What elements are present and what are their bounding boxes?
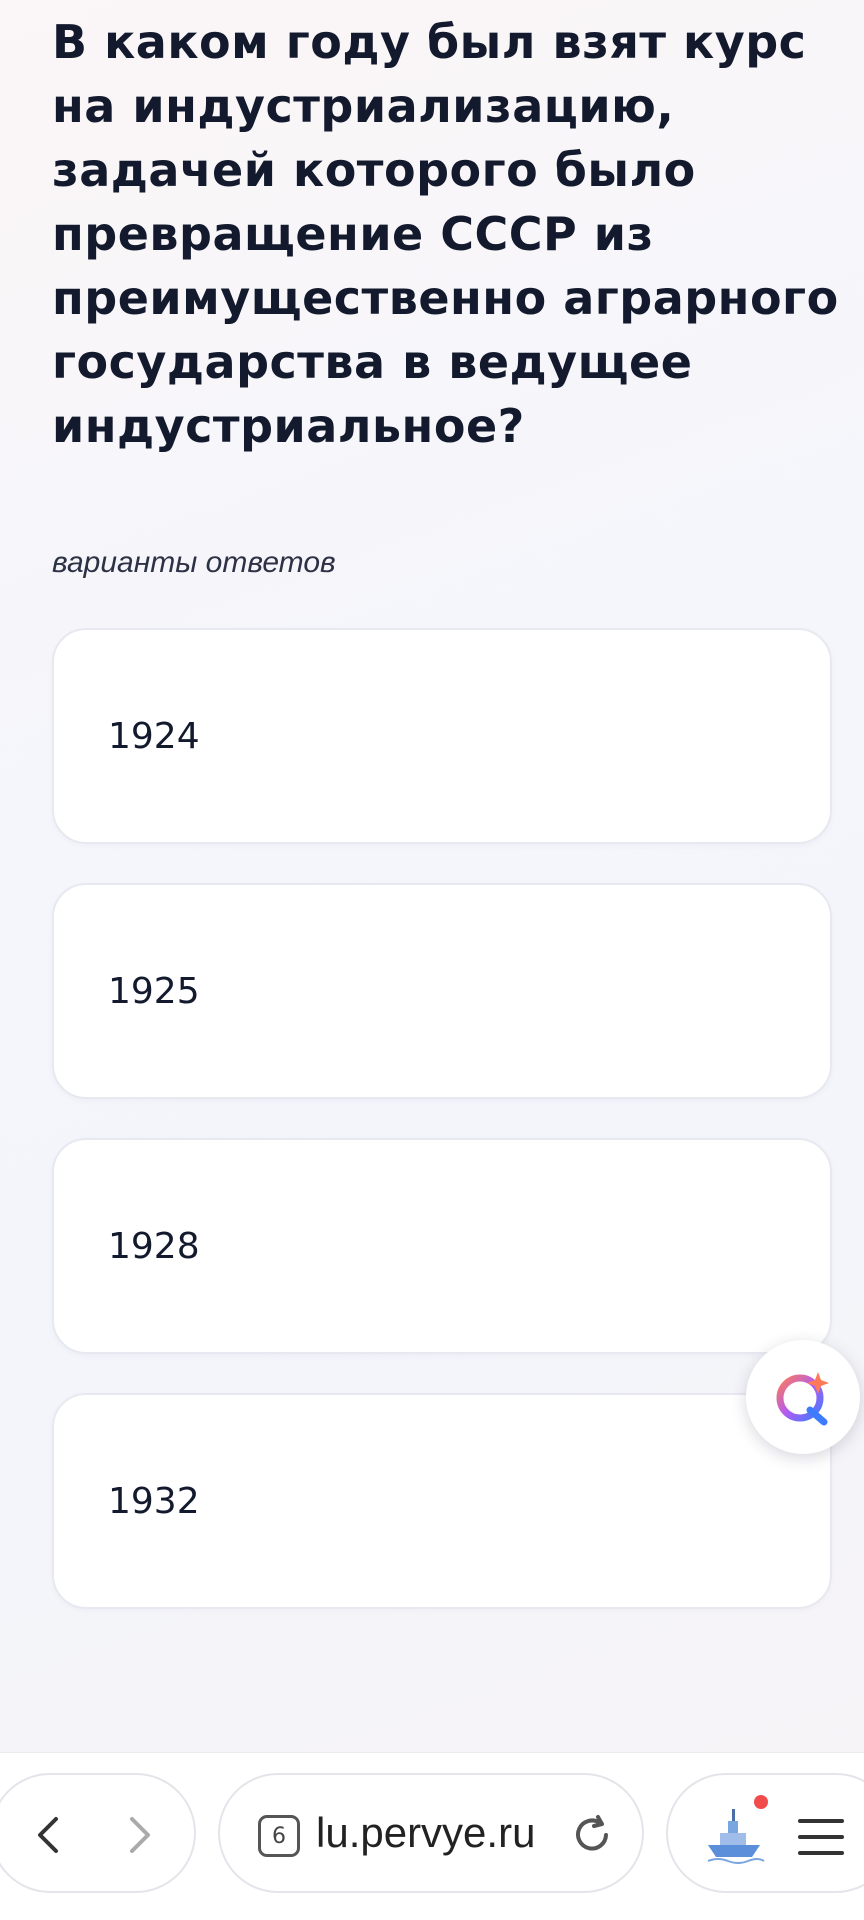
answer-label: 1925 bbox=[108, 970, 200, 1012]
answer-label: 1924 bbox=[108, 715, 200, 757]
menu-icon[interactable] bbox=[798, 1817, 844, 1857]
answer-option-4[interactable]: 1932 bbox=[52, 1393, 832, 1609]
notification-dot bbox=[754, 1795, 768, 1809]
answer-label: 1928 bbox=[108, 1225, 200, 1267]
question-title: В каком году был взят курс на индустриал… bbox=[52, 15, 839, 453]
answer-option-3[interactable]: 1928 bbox=[52, 1138, 832, 1354]
address-bar[interactable]: 6 lu.pervye.ru bbox=[218, 1773, 644, 1893]
assistant-button[interactable] bbox=[746, 1340, 860, 1454]
answers-caption: варианты ответов bbox=[52, 546, 336, 579]
browser-toolbar: 6 lu.pervye.ru bbox=[0, 1752, 864, 1920]
navigation-buttons bbox=[0, 1773, 196, 1893]
ship-avatar-icon[interactable] bbox=[702, 1803, 766, 1867]
back-icon[interactable] bbox=[28, 1813, 72, 1857]
browser-menu-group bbox=[666, 1773, 864, 1893]
forward-icon[interactable] bbox=[116, 1813, 160, 1857]
quiz-page: В каком году был взят курс на индустриал… bbox=[0, 0, 864, 1750]
answer-list: 1924 1925 1928 1932 bbox=[52, 628, 836, 1609]
tab-count[interactable]: 6 bbox=[258, 1815, 300, 1857]
answer-label: 1932 bbox=[108, 1480, 200, 1522]
answer-option-1[interactable]: 1924 bbox=[52, 628, 832, 844]
answer-option-2[interactable]: 1925 bbox=[52, 883, 832, 1099]
url-text[interactable]: lu.pervye.ru bbox=[316, 1809, 566, 1857]
assistant-q-icon bbox=[776, 1372, 829, 1426]
reload-icon[interactable] bbox=[570, 1813, 614, 1857]
